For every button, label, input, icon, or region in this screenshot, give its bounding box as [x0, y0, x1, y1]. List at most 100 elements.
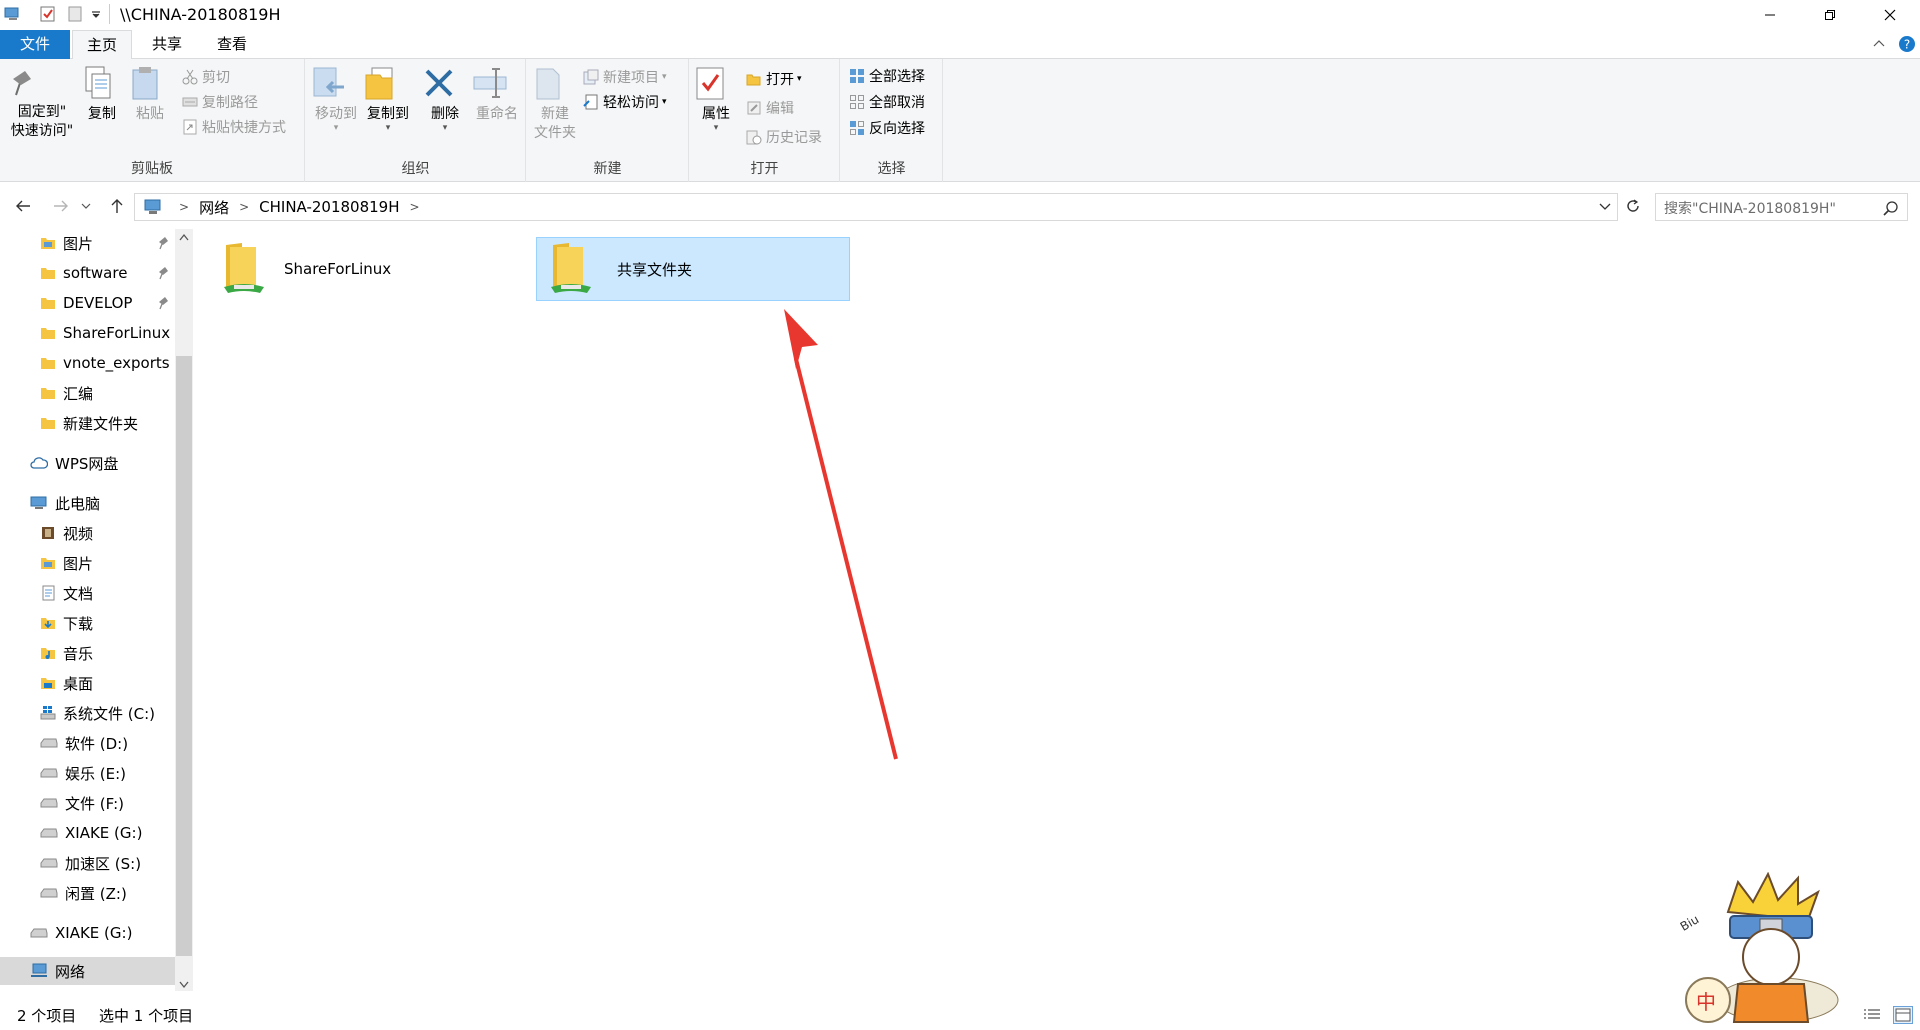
nav-pc-drive-c[interactable]: 系统文件 (C:): [40, 699, 155, 727]
select-none-button[interactable]: 全部取消: [849, 90, 925, 114]
open-button[interactable]: 打开 ▾: [746, 67, 802, 91]
copy-label: 复制: [88, 106, 116, 122]
nav-pc-music[interactable]: 音乐: [40, 639, 93, 667]
easy-access-button[interactable]: 轻松访问 ▾: [583, 90, 667, 114]
copy-path-button[interactable]: 复制路径: [182, 90, 258, 114]
edit-button[interactable]: 编辑: [746, 96, 794, 120]
large-icons-view-icon[interactable]: [1893, 1006, 1913, 1024]
properties-button[interactable]: 属性 ▾: [694, 63, 738, 133]
nav-quick-assembly[interactable]: 汇编: [40, 379, 93, 407]
ribbon-collapse-icon[interactable]: [1873, 38, 1885, 48]
share-folder-item-selected[interactable]: 共享文件夹: [536, 237, 850, 301]
nav-pc-drive-z[interactable]: 闲置 (Z:): [40, 879, 127, 907]
nav-pc-pictures[interactable]: 图片: [40, 549, 93, 577]
shared-folder-icon: [220, 241, 268, 297]
nav-this-pc[interactable]: 此电脑: [30, 489, 100, 517]
pictures-folder-icon: [40, 555, 56, 571]
music-icon: [40, 645, 56, 661]
nav-pc-documents[interactable]: 文档: [40, 579, 93, 607]
tab-share[interactable]: 共享: [137, 30, 197, 59]
file-name: 共享文件夹: [617, 260, 693, 279]
tab-view[interactable]: 查看: [202, 30, 262, 59]
details-view-icon[interactable]: [1863, 1008, 1881, 1022]
nav-pc-drive-g[interactable]: XIAKE (G:): [40, 819, 142, 847]
refresh-button[interactable]: [1620, 192, 1646, 220]
nav-quick-shareforlinux[interactable]: ShareForLinux: [40, 319, 170, 347]
nav-quick-develop[interactable]: DEVELOP: [40, 289, 132, 317]
properties-dropdown-icon: ▾: [713, 123, 719, 133]
invert-selection-label: 反向选择: [869, 121, 925, 137]
recent-locations-button[interactable]: [78, 192, 94, 220]
paste-icon: [128, 65, 172, 101]
cut-button[interactable]: 剪切: [182, 65, 230, 89]
nav-quick-pictures[interactable]: 图片: [40, 229, 93, 257]
nav-xiake-drive[interactable]: XIAKE (G:): [30, 919, 132, 947]
new-item-button[interactable]: 新建项目 ▾: [583, 65, 667, 89]
nav-item-label: 新建文件夹: [63, 414, 139, 433]
help-icon[interactable]: ?: [1898, 35, 1916, 53]
easy-access-label: 轻松访问: [603, 95, 659, 111]
tab-home[interactable]: 主页: [72, 30, 132, 60]
nav-scrollbar-thumb[interactable]: [176, 356, 192, 956]
scroll-down-icon[interactable]: [179, 981, 189, 989]
nav-item-label: DEVELOP: [63, 294, 133, 312]
nav-item-label: ShareForLinux: [63, 324, 171, 342]
minimize-button[interactable]: [1740, 0, 1800, 30]
new-folder-button[interactable]: 新建 文件夹: [531, 63, 579, 143]
nav-network[interactable]: 网络: [0, 957, 175, 985]
nav-pc-desktop[interactable]: 桌面: [40, 669, 93, 697]
properties-check-icon[interactable]: [40, 6, 56, 22]
pin-quick-access-button[interactable]: 固定到" 快速访问": [4, 63, 80, 141]
nav-pc-drive-e[interactable]: 娱乐 (E:): [40, 759, 126, 787]
ribbon-tabs: 文件 主页 共享 查看 ?: [0, 30, 1920, 60]
rename-button[interactable]: 重命名: [472, 63, 522, 124]
address-bar[interactable]: > 网络 > CHINA-20180819H >: [134, 193, 1618, 221]
nav-item-label: 网络: [55, 962, 86, 981]
ime-mascot[interactable]: 中 Biu: [1668, 872, 1848, 1027]
breadcrumb-network[interactable]: 网络: [199, 197, 229, 218]
organize-group-label: 组织: [401, 161, 430, 177]
ribbon: 固定到" 快速访问" 复制 粘贴 剪切 复制路径 粘贴快捷方式 剪贴板 移动到 …: [0, 59, 1920, 182]
new-folder-label: 新建 文件夹: [534, 106, 576, 141]
nav-pc-drive-d[interactable]: 软件 (D:): [40, 729, 128, 757]
copy-button[interactable]: 复制: [80, 63, 124, 124]
breadcrumb-separator-icon: >: [409, 200, 420, 214]
up-button[interactable]: [104, 192, 130, 220]
paste-shortcut-button[interactable]: 粘贴快捷方式: [182, 115, 286, 139]
copy-to-dropdown-icon: ▾: [385, 123, 391, 133]
address-dropdown-icon[interactable]: [1599, 203, 1611, 211]
back-button[interactable]: [10, 192, 36, 220]
close-button[interactable]: [1860, 0, 1920, 30]
nav-pc-drive-f[interactable]: 文件 (F:): [40, 789, 124, 817]
nav-pc-videos[interactable]: 视频: [40, 519, 93, 547]
move-to-button[interactable]: 移动到 ▾: [310, 63, 362, 133]
nav-pc-drive-s[interactable]: 加速区 (S:): [40, 849, 141, 877]
restore-button[interactable]: [1800, 0, 1860, 30]
paste-button[interactable]: 粘贴: [128, 63, 172, 124]
nav-pc-downloads[interactable]: 下载: [40, 609, 93, 637]
copy-to-button[interactable]: 复制到 ▾: [362, 63, 414, 133]
forward-button[interactable]: [48, 192, 74, 220]
history-button[interactable]: 历史记录: [746, 125, 822, 149]
nav-quick-new-folder[interactable]: 新建文件夹: [40, 409, 138, 437]
share-folder-item[interactable]: ShareForLinux: [220, 237, 520, 301]
breadcrumb-separator-icon: >: [179, 200, 190, 214]
search-icon[interactable]: [1883, 200, 1899, 216]
qat-dropdown-icon[interactable]: [91, 9, 101, 19]
breadcrumb-host[interactable]: CHINA-20180819H: [259, 198, 399, 216]
search-box[interactable]: 搜索"CHINA-20180819H": [1655, 193, 1908, 221]
pin-icon: [157, 296, 169, 310]
tab-file[interactable]: 文件: [0, 30, 70, 59]
nav-quick-software[interactable]: software: [40, 259, 127, 287]
pin-icon: [157, 236, 169, 250]
scroll-up-icon[interactable]: [179, 233, 189, 241]
minimize-icon: [1764, 9, 1776, 21]
nav-wps-cloud[interactable]: WPS网盘: [30, 449, 118, 477]
select-all-button[interactable]: 全部选择: [849, 64, 925, 88]
nav-quick-vnote-exports[interactable]: vnote_exports: [40, 349, 170, 377]
new-folder-icon[interactable]: [68, 6, 82, 22]
cut-label: 剪切: [202, 70, 230, 86]
invert-selection-button[interactable]: 反向选择: [849, 116, 925, 140]
delete-button[interactable]: 删除 ▾: [422, 63, 468, 133]
refresh-icon: [1625, 198, 1641, 214]
